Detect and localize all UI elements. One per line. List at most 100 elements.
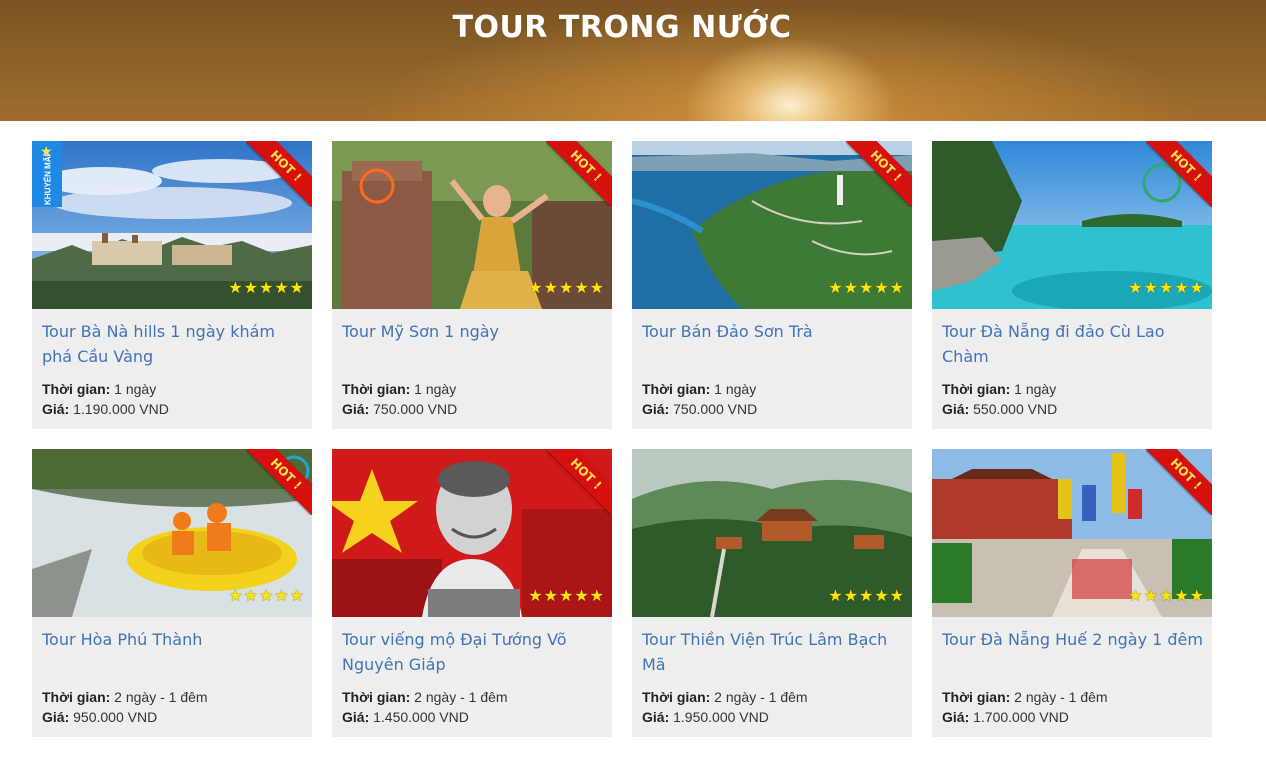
star-icon: ★ [274,280,289,297]
star-icon: ★ [828,280,843,297]
star-icon: ★ [1128,280,1143,297]
tour-title-link[interactable]: Tour Đà Nẵng Huế 2 ngày 1 đêm [942,627,1204,652]
tour-price: 1.450.000 VND [373,709,469,725]
tour-image[interactable]: HOT ! ★ ★ ★ ★ ★ [332,449,612,617]
star-icon: ★ [543,280,558,297]
tour-price: 1.190.000 VND [73,401,169,417]
star-icon: ★ [243,280,258,297]
tour-price: 950.000 VND [73,709,158,725]
tour-duration: 2 ngày - 1 đêm [114,689,208,705]
tour-title-link[interactable]: Tour Hòa Phú Thành [42,627,304,652]
tour-price: 750.000 VND [373,401,458,417]
tour-duration: 1 ngày [714,381,757,397]
tour-meta: Thời gian: 2 ngày - 1 đêm Giá: 1.950.000… [642,689,808,725]
tour-duration: 1 ngày [1014,381,1057,397]
tour-image[interactable]: HOT ! ★ ★ ★ ★ ★ [332,141,612,309]
star-icon: ★ [1128,588,1143,605]
hot-ribbon: HOT ! [1146,141,1212,207]
tour-duration: 2 ngày - 1 đêm [714,689,808,705]
tour-meta: Thời gian: 2 ngày - 1 đêm Giá: 1.450.000… [342,689,508,725]
star-icon: ★ [1174,280,1189,297]
star-icon: ★ [289,588,304,605]
star-icon: ★ [558,280,574,297]
tour-price: 1.700.000 VND [973,709,1069,725]
tour-title-link[interactable]: Tour Bà Nà hills 1 ngày khám phá Cầu Vàn… [42,319,304,369]
rating-stars: ★ ★ ★ ★ ★ [1128,281,1204,297]
tour-image[interactable]: HOT ! ★ ★ ★ ★ ★ [932,141,1212,309]
tour-title-link[interactable]: Tour Mỹ Sơn 1 ngày [342,319,604,344]
tour-card[interactable]: HOT ! ★ ★ ★ ★ ★ Tour Bán Đảo Sơn Trà Thời gi… [632,141,912,429]
star-icon: ★ [1143,280,1158,297]
tour-image[interactable]: HOT ! ★ ★ ★ ★ ★ [632,141,912,309]
tour-card[interactable]: ★ KHUYẾN MÃI HOT ! ★ ★ ★ ★ ★ Tour Bà Nà hill… [32,141,312,429]
star-icon: ★ [1189,280,1204,297]
page-title: TOUR TRONG NƯỚC [452,10,792,45]
star-icon: ★ [574,280,589,297]
tour-card[interactable]: HOT ! ★ ★ ★ ★ ★ Tour Đà Nẵng Huế 2 ngày 1 đê… [932,449,1212,737]
rating-stars: ★ ★ ★ ★ ★ [828,589,904,605]
tour-price: 1.950.000 VND [673,709,769,725]
star-icon: ★ [289,280,304,297]
hot-ribbon: HOT ! [546,141,612,207]
star-icon: ★ [274,588,289,605]
star-icon: ★ [874,588,889,605]
tour-card[interactable]: ★ ★ ★ ★ ★ Tour Thiền Viện Trúc Lâm Bạch Mã T… [632,449,912,737]
tour-image[interactable]: ★ KHUYẾN MÃI HOT ! ★ ★ ★ ★ ★ [32,141,312,309]
tour-meta: Thời gian: 1 ngày Giá: 750.000 VND [642,381,758,417]
tour-price: 550.000 VND [973,401,1058,417]
star-icon: ★ [858,280,874,297]
tour-card[interactable]: HOT ! ★ ★ ★ ★ ★ Tour viếng mộ Đại Tướng Võ N… [332,449,612,737]
star-icon: ★ [874,280,889,297]
tour-duration: 1 ngày [414,381,457,397]
tour-meta: Thời gian: 2 ngày - 1 đêm Giá: 1.700.000… [942,689,1108,725]
tour-price: 750.000 VND [673,401,758,417]
tour-card[interactable]: HOT ! ★ ★ ★ ★ ★ Tour Đà Nẵng đi đảo Cù Lao C… [932,141,1212,429]
hot-ribbon: HOT ! [246,449,312,515]
rating-stars: ★ ★ ★ ★ ★ [228,281,304,297]
page-banner: TOUR TRONG NƯỚC [0,0,1266,121]
tour-meta: Thời gian: 2 ngày - 1 đêm Giá: 950.000 V… [42,689,208,725]
star-icon: ★ [1189,588,1204,605]
tour-meta: Thời gian: 1 ngày Giá: 750.000 VND [342,381,458,417]
star-icon: ★ [543,588,558,605]
hot-ribbon: HOT ! [246,141,312,207]
star-icon: ★ [843,280,858,297]
rating-stars: ★ ★ ★ ★ ★ [828,281,904,297]
rating-stars: ★ ★ ★ ★ ★ [1128,589,1204,605]
tour-duration: 2 ngày - 1 đêm [1014,689,1108,705]
star-icon: ★ [258,588,274,605]
hot-ribbon: HOT ! [546,449,612,515]
tour-duration: 1 ngày [114,381,157,397]
star-icon: ★ [528,588,543,605]
tour-title-link[interactable]: Tour Bán Đảo Sơn Trà [642,319,904,344]
star-icon: ★ [889,588,904,605]
tour-title-link[interactable]: Tour Đà Nẵng đi đảo Cù Lao Chàm [942,319,1204,369]
star-icon: ★ [889,280,904,297]
star-icon: ★ [1143,588,1158,605]
star-icon: ★ [858,588,874,605]
star-icon: ★ [1174,588,1189,605]
rating-stars: ★ ★ ★ ★ ★ [528,589,604,605]
promo-badge: ★ KHUYẾN MÃI [32,141,62,207]
tour-title-link[interactable]: Tour Thiền Viện Trúc Lâm Bạch Mã [642,627,904,677]
star-icon: ★ [589,280,604,297]
tour-image[interactable]: HOT ! ★ ★ ★ ★ ★ [932,449,1212,617]
star-icon: ★ [258,280,274,297]
star-icon: ★ [528,280,543,297]
star-icon: ★ [558,588,574,605]
tour-card[interactable]: HOT ! ★ ★ ★ ★ ★ Tour Hòa Phú Thành Thời gian… [32,449,312,737]
hot-ribbon: HOT ! [1146,449,1212,515]
tour-meta: Thời gian: 1 ngày Giá: 550.000 VND [942,381,1058,417]
tour-card[interactable]: HOT ! ★ ★ ★ ★ ★ Tour Mỹ Sơn 1 ngày Thời gian… [332,141,612,429]
star-icon: ★ [574,588,589,605]
star-icon: ★ [228,280,243,297]
tour-title-link[interactable]: Tour viếng mộ Đại Tướng Võ Nguyên Giáp [342,627,604,677]
star-icon: ★ [589,588,604,605]
star-icon: ★ [843,588,858,605]
tour-meta: Thời gian: 1 ngày Giá: 1.190.000 VND [42,381,169,417]
rating-stars: ★ ★ ★ ★ ★ [528,281,604,297]
tour-image[interactable]: HOT ! ★ ★ ★ ★ ★ [32,449,312,617]
rating-stars: ★ ★ ★ ★ ★ [228,589,304,605]
tour-image[interactable]: ★ ★ ★ ★ ★ [632,449,912,617]
hot-ribbon: HOT ! [846,141,912,207]
